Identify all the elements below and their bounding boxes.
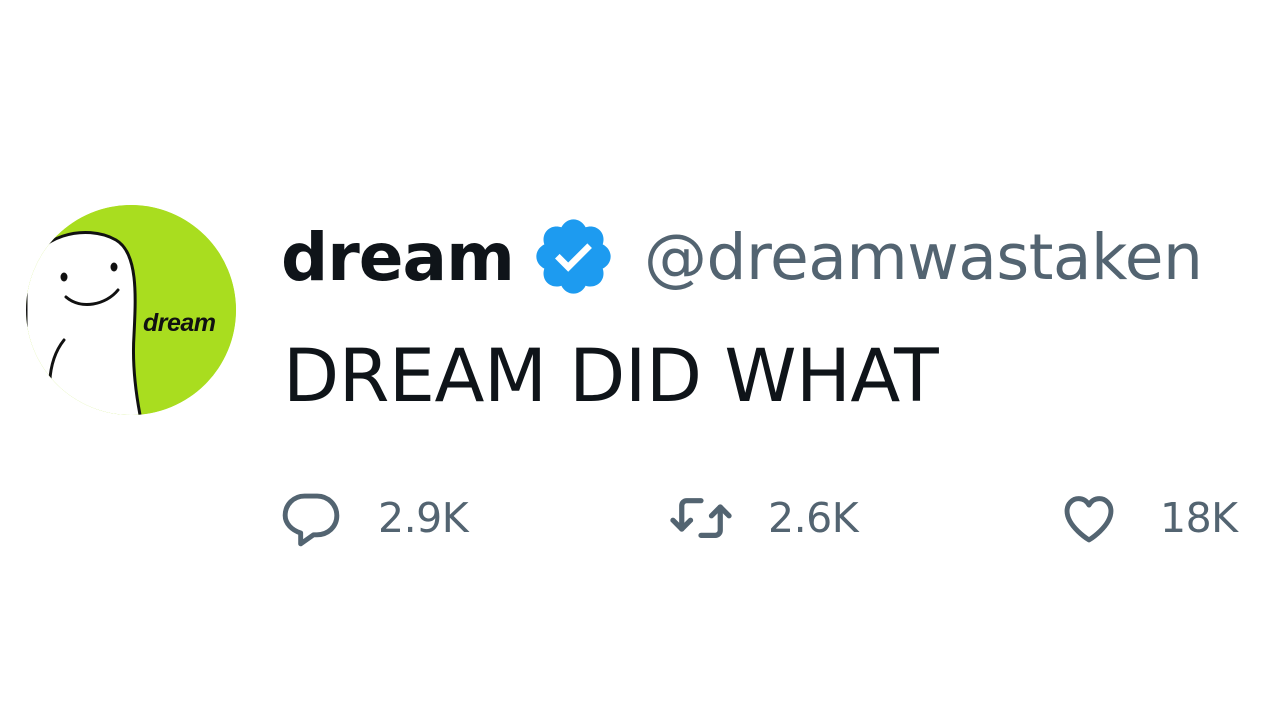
verified-badge-icon: [536, 219, 611, 294]
heart-icon: [1058, 487, 1120, 549]
reply-button[interactable]: 2.9K: [280, 478, 469, 558]
retweet-count: 2.6K: [768, 494, 859, 542]
like-count: 18K: [1160, 494, 1238, 542]
display-name[interactable]: dream: [281, 213, 515, 303]
reply-count: 2.9K: [378, 494, 469, 542]
avatar-label: dream: [143, 309, 216, 337]
tweet-text: DREAM DID WHAT: [283, 334, 939, 419]
reply-icon: [280, 487, 342, 549]
retweet-button[interactable]: 2.6K: [668, 478, 859, 558]
retweet-icon: [668, 485, 734, 551]
user-handle[interactable]: @dreamwastaken: [644, 213, 1203, 303]
like-button[interactable]: 18K: [1058, 478, 1238, 558]
tweet-card: dream dream @dreamwastaken DREAM DID WHA…: [0, 0, 1280, 720]
avatar[interactable]: dream: [26, 205, 236, 415]
